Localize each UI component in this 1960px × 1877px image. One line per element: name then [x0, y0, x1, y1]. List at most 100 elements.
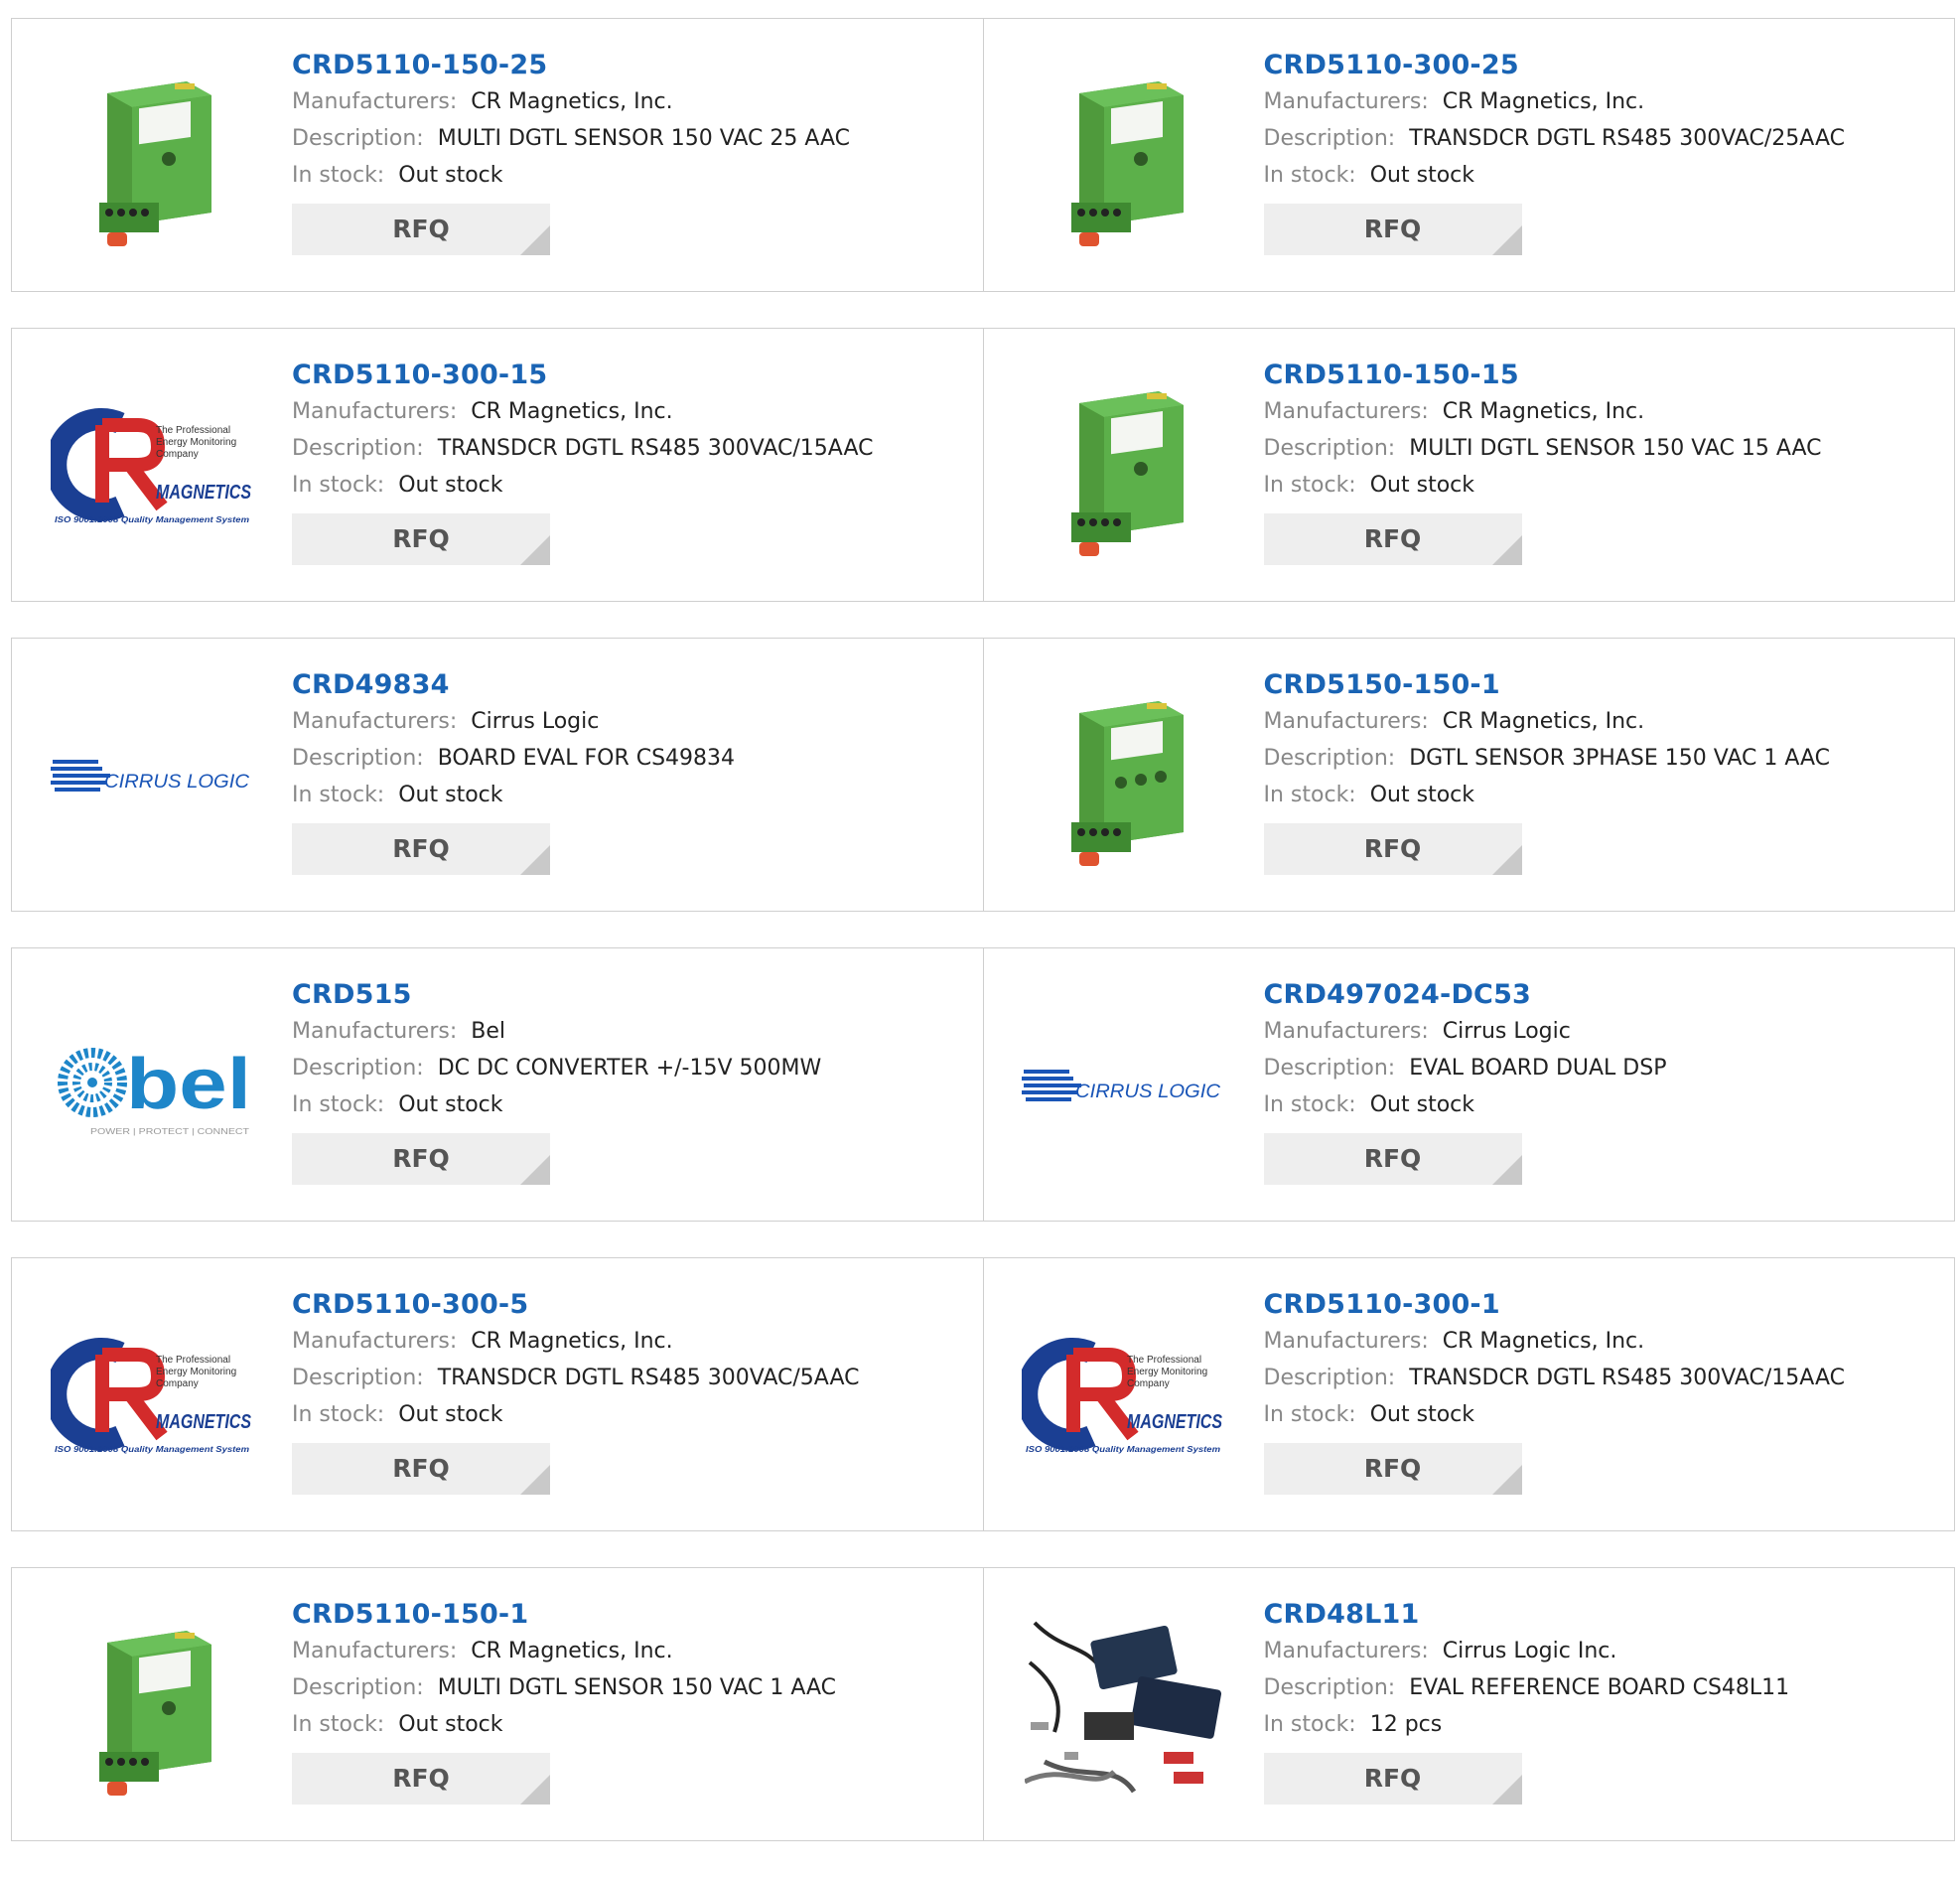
- manufacturer-value: CR Magnetics, Inc.: [1442, 89, 1645, 114]
- part-number-link[interactable]: CRD5110-300-15: [292, 358, 873, 393]
- rfq-button[interactable]: RFQ: [1263, 1753, 1522, 1805]
- description-value: MULTI DGTL SENSOR 150 VAC 1 AAC: [437, 1675, 837, 1700]
- description-label: Description:: [1263, 436, 1396, 461]
- part-number-link[interactable]: CRD5150-150-1: [1264, 667, 1831, 703]
- product-info: CRD5110-150-1 Manufacturers: CR Magnetics…: [292, 1597, 836, 1805]
- svg-text:CIRRUS LOGIC: CIRRUS LOGIC: [104, 772, 249, 793]
- manufacturer-value: CR Magnetics, Inc.: [471, 399, 673, 424]
- stock-label: In stock:: [292, 783, 385, 807]
- svg-text:ISO 9001:2008 Quality Manageme: ISO 9001:2008 Quality Management System: [55, 515, 249, 524]
- stock-line: In stock: Out stock: [292, 1706, 836, 1743]
- description-line: Description: TRANSDCR DGTL RS485 300VAC/1…: [1264, 1360, 1845, 1396]
- stock-line: In stock: Out stock: [1264, 777, 1831, 813]
- part-number-link[interactable]: CRD5110-150-15: [1264, 358, 1822, 393]
- part-number-link[interactable]: CRD5110-300-1: [1264, 1287, 1845, 1323]
- rfq-label: RFQ: [1363, 1764, 1422, 1793]
- rfq-label: RFQ: [392, 524, 450, 553]
- manufacturer-line: Manufacturers: Cirrus Logic: [1264, 1013, 1667, 1050]
- rfq-button[interactable]: RFQ: [1263, 204, 1522, 255]
- stock-value: 12 pcs: [1369, 1712, 1443, 1737]
- eval-board-kit-photo-image[interactable]: [1020, 1608, 1228, 1806]
- stock-value: Out stock: [398, 783, 503, 807]
- manufacturer-line: Manufacturers: Cirrus Logic: [292, 703, 735, 740]
- svg-text:Company: Company: [1127, 1378, 1170, 1389]
- product-card: CRD5150-150-1 Manufacturers: CR Magnetics…: [982, 639, 1955, 911]
- rfq-button[interactable]: RFQ: [292, 1753, 550, 1805]
- manufacturer-line: Manufacturers: CR Magnetics, Inc.: [1264, 703, 1831, 740]
- part-number-link[interactable]: CRD48L11: [1264, 1597, 1790, 1633]
- cr-magnetics-logo-image[interactable]: The Professional Energy Monitoring Compa…: [1020, 1298, 1228, 1497]
- stock-line: In stock: Out stock: [292, 157, 850, 194]
- svg-text:Company: Company: [156, 449, 199, 460]
- rfq-button[interactable]: RFQ: [1263, 823, 1522, 875]
- product-card: bel POWER | PROTECT | CONNECT CRD515 Man…: [12, 948, 983, 1221]
- description-value: BOARD EVAL FOR CS49834: [437, 746, 736, 771]
- product-info: CRD5110-150-15 Manufacturers: CR Magnetic…: [1263, 358, 1822, 565]
- bel-logo-image[interactable]: bel POWER | PROTECT | CONNECT: [48, 988, 256, 1187]
- part-number-link[interactable]: CRD5110-150-1: [292, 1597, 836, 1633]
- rfq-button[interactable]: RFQ: [1263, 1443, 1522, 1495]
- green-sensor-module-3phase-image[interactable]: [1020, 678, 1228, 877]
- description-line: Description: DGTL SENSOR 3PHASE 150 VAC 1…: [1264, 740, 1831, 777]
- svg-text:POWER | PROTECT | CONNECT: POWER | PROTECT | CONNECT: [90, 1127, 249, 1136]
- stock-line: In stock: Out stock: [1264, 157, 1845, 194]
- cirrus-logic-logo-image[interactable]: CIRRUS LOGIC: [1020, 988, 1228, 1187]
- description-line: Description: EVAL REFERENCE BOARD CS48L11: [1264, 1669, 1790, 1706]
- manufacturer-value: CR Magnetics, Inc.: [1442, 1329, 1645, 1354]
- svg-text:MAGNETICS: MAGNETICS: [156, 482, 252, 504]
- green-sensor-module-image[interactable]: [1020, 59, 1228, 257]
- rfq-button[interactable]: RFQ: [1263, 1133, 1522, 1185]
- rfq-button[interactable]: RFQ: [292, 823, 550, 875]
- manufacturer-label: Manufacturers:: [292, 399, 458, 424]
- description-label: Description:: [292, 1675, 424, 1700]
- description-line: Description: MULTI DGTL SENSOR 150 VAC 15…: [1264, 430, 1822, 467]
- product-row: CRD5110-150-25 Manufacturers: CR Magnetic…: [11, 18, 1955, 292]
- part-number-link[interactable]: CRD5110-300-25: [1264, 48, 1845, 83]
- part-number-link[interactable]: CRD5110-300-5: [292, 1287, 860, 1323]
- description-label: Description:: [292, 746, 424, 771]
- stock-line: In stock: Out stock: [1264, 1396, 1845, 1433]
- corner-triangle-icon: [520, 1775, 550, 1805]
- rfq-button[interactable]: RFQ: [292, 204, 550, 255]
- product-card: CIRRUS LOGIC CRD49834 Manufacturers: Cirr…: [12, 639, 983, 911]
- description-value: TRANSDCR DGTL RS485 300VAC/5AAC: [437, 1366, 860, 1390]
- part-number-link[interactable]: CRD515: [292, 977, 821, 1013]
- part-number-link[interactable]: CRD497024-DC53: [1264, 977, 1667, 1013]
- product-info: CRD49834 Manufacturers: Cirrus Logic Desc…: [292, 667, 735, 875]
- cirrus-logic-logo-image[interactable]: CIRRUS LOGIC: [48, 678, 256, 877]
- stock-label: In stock:: [292, 1092, 385, 1117]
- description-value: MULTI DGTL SENSOR 150 VAC 15 AAC: [1409, 436, 1822, 461]
- rfq-label: RFQ: [1363, 215, 1422, 243]
- manufacturer-value: Cirrus Logic: [471, 709, 600, 734]
- description-line: Description: BOARD EVAL FOR CS49834: [292, 740, 735, 777]
- rfq-button[interactable]: RFQ: [1263, 513, 1522, 565]
- product-info: CRD5110-300-5 Manufacturers: CR Magnetics…: [292, 1287, 860, 1495]
- product-grid: CRD5110-150-25 Manufacturers: CR Magnetic…: [11, 18, 1955, 1877]
- description-label: Description:: [1263, 1675, 1396, 1700]
- part-number-link[interactable]: CRD5110-150-25: [292, 48, 850, 83]
- cr-magnetics-logo-image[interactable]: The Professional Energy Monitoring Compa…: [48, 368, 256, 567]
- green-sensor-module-image[interactable]: [48, 59, 256, 257]
- svg-text:Company: Company: [156, 1378, 199, 1389]
- corner-triangle-icon: [520, 1465, 550, 1495]
- stock-label: In stock:: [1263, 1712, 1356, 1737]
- rfq-button[interactable]: RFQ: [292, 513, 550, 565]
- green-sensor-module-image[interactable]: [1020, 368, 1228, 567]
- stock-value: Out stock: [1369, 163, 1474, 188]
- product-row: The Professional Energy Monitoring Compa…: [11, 1257, 1955, 1531]
- green-sensor-module-image[interactable]: [48, 1608, 256, 1806]
- description-value: TRANSDCR DGTL RS485 300VAC/15AAC: [437, 436, 874, 461]
- stock-label: In stock:: [1263, 163, 1356, 188]
- cr-magnetics-logo-image[interactable]: The Professional Energy Monitoring Compa…: [48, 1298, 256, 1497]
- product-card: The Professional Energy Monitoring Compa…: [12, 1258, 983, 1530]
- part-number-link[interactable]: CRD49834: [292, 667, 735, 703]
- rfq-button[interactable]: RFQ: [292, 1443, 550, 1495]
- manufacturer-line: Manufacturers: CR Magnetics, Inc.: [292, 1323, 860, 1360]
- description-label: Description:: [292, 1366, 424, 1390]
- rfq-button[interactable]: RFQ: [292, 1133, 550, 1185]
- rfq-label: RFQ: [1363, 834, 1422, 863]
- product-card: CRD5110-300-25 Manufacturers: CR Magnetic…: [982, 19, 1955, 291]
- svg-text:MAGNETICS: MAGNETICS: [1127, 1411, 1223, 1433]
- stock-label: In stock:: [1263, 473, 1356, 498]
- stock-label: In stock:: [292, 163, 385, 188]
